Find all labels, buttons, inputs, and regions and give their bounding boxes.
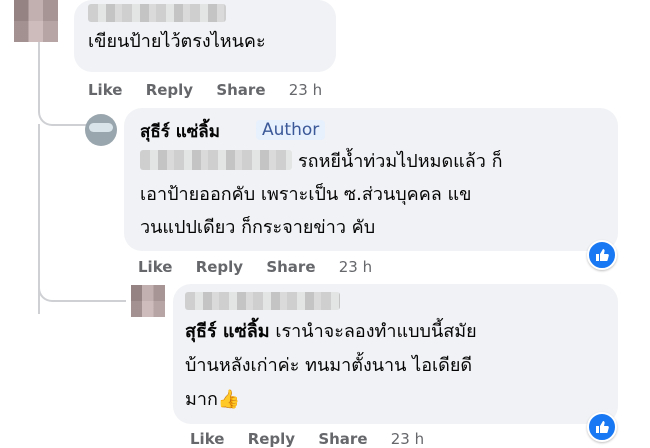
comment-text: เขียนป้ายไว้ตรงไหนคะ	[88, 31, 266, 52]
timestamp[interactable]: 23 h	[289, 81, 322, 99]
comment-actions: Like Reply Share 23 h	[138, 258, 390, 276]
comment-text-line: วนแปปเดียว ก็กระจายข่าว คับ	[140, 217, 376, 238]
reply-button[interactable]: Reply	[196, 258, 243, 276]
timestamp[interactable]: 23 h	[391, 430, 424, 448]
comment-bubble: สุธีร์ แซ่ลิ้ม Author รถหยีน้ำท่วมไปหมดแ…	[124, 108, 618, 251]
blurred-author-name	[88, 4, 226, 22]
like-reaction-icon[interactable]	[587, 240, 617, 270]
reply-button[interactable]: Reply	[248, 430, 295, 448]
share-button[interactable]: Share	[318, 430, 367, 448]
avatar-image	[89, 123, 113, 132]
blurred-author-name	[185, 292, 340, 310]
avatar[interactable]	[14, 0, 58, 42]
comment-text-line: สุธีร์ แซ่ลิ้ม เรานำจะลองทำแบบนี้สมัย	[185, 321, 477, 342]
comment-bubble: เขียนป้ายไว้ตรงไหนคะ	[74, 0, 336, 72]
commenter-name[interactable]: สุธีร์ แซ่ลิ้ม	[140, 118, 220, 145]
comment-text-line: รถหยีน้ำท่วมไปหมดแล้ว ก็	[298, 151, 503, 172]
share-button[interactable]: Share	[266, 258, 315, 276]
like-button[interactable]: Like	[88, 81, 122, 99]
comment-text-line: มาก👍	[185, 389, 241, 410]
avatar[interactable]	[131, 285, 165, 317]
mention-link[interactable]: สุธีร์ แซ่ลิ้ม	[185, 321, 270, 342]
reply-button[interactable]: Reply	[146, 81, 193, 99]
comment-actions: Like Reply Share 23 h	[88, 81, 340, 99]
like-reaction-icon[interactable]	[587, 412, 617, 442]
like-button[interactable]: Like	[190, 430, 224, 448]
like-button[interactable]: Like	[138, 258, 172, 276]
avatar[interactable]	[85, 114, 117, 146]
comment-bubble: สุธีร์ แซ่ลิ้ม เรานำจะลองทำแบบนี้สมัย บ้…	[173, 284, 618, 424]
timestamp[interactable]: 23 h	[339, 258, 372, 276]
comment-text-line: บ้านหลังเก่าค่ะ ทนมาตั้งนาน ไอเดียดี	[185, 355, 473, 376]
comment-text-line: เอาป้ายออกคับ เพราะเป็น ซ.ส่วนบุคคล แข	[140, 184, 472, 205]
author-badge: Author	[256, 120, 326, 140]
comment-actions: Like Reply Share 23 h	[190, 430, 442, 448]
thread-line	[38, 250, 126, 302]
share-button[interactable]: Share	[216, 81, 265, 99]
blurred-mention	[140, 150, 292, 170]
